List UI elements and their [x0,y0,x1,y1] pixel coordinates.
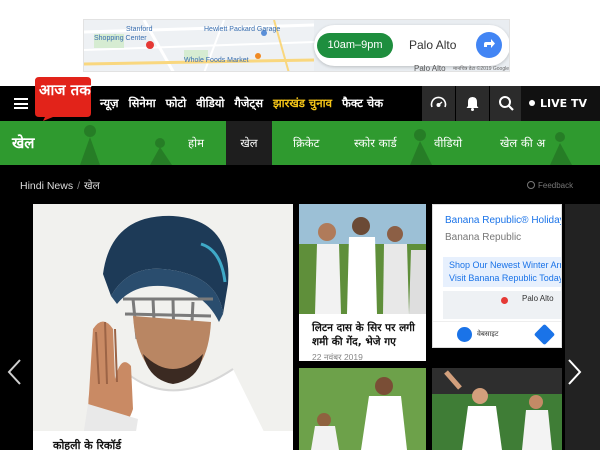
nav-cinema[interactable]: सिनेमा [129,96,156,111]
breadcrumb-separator: / [77,180,81,192]
story-card-2[interactable] [299,368,426,450]
store-hours-pill: 10am–9pm [317,33,393,58]
section-nav-bar: खेल होम खेल क्रिकेट स्कोर कार्ड वीडियो ख… [0,121,600,165]
live-dot-icon [529,100,535,106]
globe-icon[interactable] [457,327,472,342]
feedback-icon [527,181,535,189]
ad-promo-line-1: Shop Our Newest Winter Arri [449,260,562,270]
story-date: 22 नवंबर 2019 [312,352,363,361]
directions-icon[interactable] [533,323,556,346]
nav-gadgets[interactable]: गैजेट्स [234,96,263,111]
section-title: खेल [12,134,35,152]
tab-scorecard[interactable]: स्कोर कार्ड [354,121,397,165]
directions-icon [484,39,495,48]
ad-city: Palo Alto [522,294,554,303]
story-card-3[interactable] [432,368,562,450]
map-pin-icon [501,297,508,304]
map-label-palo-alto: Palo Alto [414,64,446,72]
podcast-icon [430,96,447,108]
store-city: Palo Alto [409,38,457,52]
hero-image [33,204,293,450]
map-credit: मानचित्र डेटा ©2019 Google [453,66,509,72]
tab-sports[interactable]: खेल [226,121,272,165]
hero-headline[interactable]: कोहली के रिकॉर्ड [53,438,121,450]
top-ad-area: Stanford Shopping Center Hewlett Packard… [0,0,600,86]
ad-map: Stanford Shopping Center Hewlett Packard… [84,20,314,71]
breadcrumb-home[interactable]: Hindi News [20,180,73,192]
aajtak-logo[interactable]: आज तक [33,75,93,121]
nav-jharkhand-election[interactable]: झारखंड चुनाव [273,96,332,111]
story-image [299,204,426,314]
ad-store-card[interactable]: 10am–9pm Palo Alto [314,25,509,66]
carousel-next-icon[interactable] [567,358,583,386]
map-label-hp-garage: Hewlett Packard Garage [204,26,281,33]
nav-fact-check[interactable]: फैक्ट चेक [342,96,383,111]
banner-advertisement[interactable]: Banana Republic® Holiday Banana Republic… [432,204,562,348]
header-icons [422,86,524,121]
live-tv-label: LIVE TV [540,97,587,110]
nav-news[interactable]: न्यूज़ [100,96,119,111]
nav-photo[interactable]: फोटो [166,96,187,111]
ad-store-card-area: 10am–9pm Palo Alto Palo Alto मानचित्र डे… [314,20,509,72]
live-tv-button[interactable]: LIVE TV [521,86,600,121]
story-image-2 [299,368,426,450]
nav-video[interactable]: वीडियो [196,96,224,111]
tab-home[interactable]: होम [188,121,204,165]
story-headline[interactable]: लिटन दास के सिर पर लगी शमी की गेंद, भेजे… [312,321,426,349]
story-image-3 [432,368,562,450]
logo-text: आज तक [39,81,91,99]
content-area: Hindi News / खेल Feedback कोहली के रिकॉर… [0,165,600,450]
site-header: आज तक न्यूज़ सिनेमा फोटो वीडियो गैजेट्स … [0,77,600,121]
map-advertisement[interactable]: Stanford Shopping Center Hewlett Packard… [83,19,510,72]
carousel-prev-icon[interactable] [6,358,22,386]
ad-map-thumbnail[interactable]: Palo Alto [443,291,561,319]
ad-subtitle: Banana Republic [445,232,522,243]
breadcrumb: Hindi News / खेल [20,179,100,193]
hero-story[interactable]: कोहली के रिकॉर्ड [33,204,293,450]
main-nav: न्यूज़ सिनेमा फोटो वीडियो गैजेट्स झारखंड… [100,86,393,121]
map-label-shopping: Shopping Center [94,35,147,42]
tab-cricket[interactable]: क्रिकेट [293,121,319,165]
menu-icon[interactable] [14,98,28,109]
story-card[interactable]: लिटन दास के सिर पर लगी शमी की गेंद, भेजे… [299,204,426,361]
podcast-button[interactable] [422,86,455,121]
hero-caption: कोहली के रिकॉर्ड [33,431,293,450]
search-button[interactable] [490,86,523,121]
bell-icon [466,97,479,111]
map-label-whole-foods: Whole Foods Market [184,57,249,64]
ad-website-label[interactable]: वेबसाइट [477,330,498,339]
notification-button[interactable] [456,86,489,121]
ad-promo[interactable]: Shop Our Newest Winter Arri Visit Banana… [443,257,562,287]
ad-actions: वेबसाइट [433,321,561,347]
ad-title[interactable]: Banana Republic® Holiday [445,215,561,226]
tab-more[interactable]: खेल की अ [500,121,545,165]
tab-video[interactable]: वीडियो [434,121,462,165]
feedback-link[interactable]: Feedback [527,181,573,190]
directions-button[interactable] [476,32,502,58]
next-card-peek [565,204,600,450]
map-label-stanford: Stanford [126,26,153,33]
search-icon [499,96,514,111]
feedback-label: Feedback [538,181,574,190]
breadcrumb-current: खेल [84,180,100,192]
ad-promo-line-2: Visit Banana Republic Today [449,273,562,283]
